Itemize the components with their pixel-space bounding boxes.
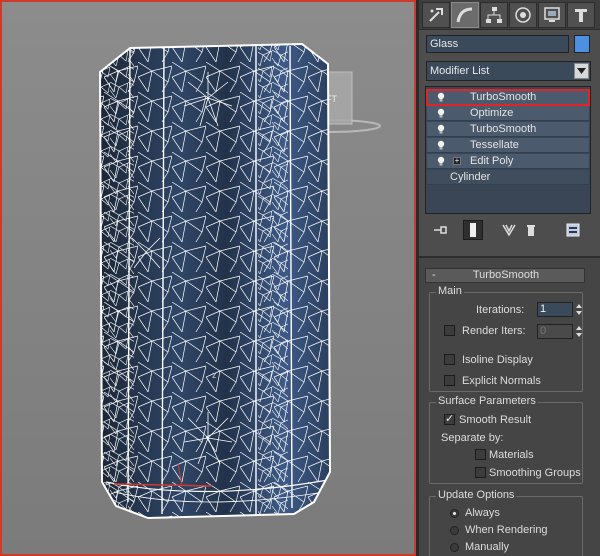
- lightbulb-icon[interactable]: [437, 156, 445, 166]
- update-group-label: Update Options: [436, 489, 517, 501]
- viewport-scene[interactable]: LEFT: [2, 2, 414, 554]
- chevron-down-icon[interactable]: [574, 63, 589, 79]
- configure-modifier-sets-icon[interactable]: [563, 220, 583, 240]
- turbosmooth-rollout: - TurboSmooth Main Iterations: 1 Render …: [419, 256, 600, 556]
- stack-item-label: Edit Poly: [470, 155, 514, 167]
- create-tab-icon[interactable]: [422, 1, 450, 28]
- show-end-result-icon[interactable]: [463, 220, 483, 240]
- object-name-field[interactable]: Glass: [426, 35, 569, 53]
- stack-item-turbosmooth-2[interactable]: TurboSmooth: [427, 122, 589, 137]
- main-group-label: Main: [436, 285, 464, 297]
- viewport[interactable]: LEFT: [0, 0, 416, 556]
- stack-item-cylinder[interactable]: Cylinder: [427, 170, 589, 185]
- spinner-arrows-icon[interactable]: [575, 324, 583, 339]
- surface-parameters-group: Surface Parameters Smooth Result Separat…: [429, 395, 583, 484]
- command-panel-tabs: [419, 0, 600, 30]
- render-iters-checkbox[interactable]: [444, 325, 455, 336]
- rollout-title: TurboSmooth: [472, 269, 540, 281]
- smooth-result-label: Smooth Result: [459, 414, 532, 426]
- smoothing-groups-label: Smoothing Groups: [489, 467, 581, 479]
- explicit-normals-checkbox[interactable]: [444, 375, 455, 386]
- lightbulb-icon[interactable]: [437, 108, 445, 118]
- spinner-arrows-icon[interactable]: [575, 302, 583, 317]
- rollout-header[interactable]: - TurboSmooth: [425, 268, 585, 283]
- separate-by-label: Separate by:: [441, 432, 504, 444]
- stack-item-label: Cylinder: [450, 171, 491, 183]
- stack-item-edit-poly[interactable]: + Edit Poly: [427, 154, 589, 169]
- modifier-list-label: Modifier List: [430, 65, 490, 77]
- when-rendering-label: When Rendering: [465, 524, 548, 536]
- render-iters-label: Render Iters:: [462, 325, 526, 337]
- stack-item-label: Tessellate: [470, 139, 519, 151]
- stack-item-optimize[interactable]: Optimize: [427, 106, 589, 121]
- lightbulb-icon[interactable]: [437, 124, 445, 134]
- isoline-display-label: Isoline Display: [462, 354, 533, 366]
- when-rendering-radio[interactable]: [450, 526, 459, 535]
- surface-group-label: Surface Parameters: [436, 395, 538, 407]
- always-label: Always: [465, 507, 500, 519]
- iterations-spinner[interactable]: 1: [537, 302, 573, 317]
- glass-mesh[interactable]: [98, 42, 338, 522]
- make-unique-icon[interactable]: [499, 220, 519, 240]
- smooth-result-checkbox[interactable]: [444, 412, 455, 425]
- utilities-tab-icon[interactable]: [567, 1, 595, 28]
- explicit-normals-label: Explicit Normals: [462, 375, 541, 387]
- stack-item-tessellate[interactable]: Tessellate: [427, 138, 589, 153]
- render-iters-spinner[interactable]: 0: [537, 324, 573, 339]
- lightbulb-icon[interactable]: [437, 140, 445, 150]
- axis-z-label: z: [212, 370, 217, 380]
- manually-radio[interactable]: [450, 543, 459, 552]
- display-tab-icon[interactable]: [538, 1, 566, 28]
- motion-tab-icon[interactable]: [509, 1, 537, 28]
- modifier-stack[interactable]: TurboSmooth Optimize TurboSmooth Tessell…: [425, 86, 591, 214]
- stack-toolbar: [425, 218, 591, 242]
- expand-icon[interactable]: +: [453, 157, 461, 165]
- stack-item-turbosmooth[interactable]: TurboSmooth: [426, 89, 590, 106]
- command-panel: Glass Modifier List TurboSmooth Optimize…: [419, 0, 600, 556]
- modify-tab-icon[interactable]: [451, 1, 479, 28]
- iterations-label: Iterations:: [476, 304, 525, 316]
- hierarchy-tab-icon[interactable]: [480, 1, 508, 28]
- materials-checkbox[interactable]: [475, 449, 486, 460]
- stack-item-label: TurboSmooth: [470, 123, 537, 135]
- isoline-display-checkbox[interactable]: [444, 354, 455, 365]
- manually-label: Manually: [465, 541, 510, 553]
- always-radio[interactable]: [450, 509, 459, 518]
- main-group: Main Iterations: 1 Render Iters: 0 Isoli…: [429, 285, 583, 392]
- pin-stack-icon[interactable]: [431, 220, 451, 240]
- object-color-swatch[interactable]: [574, 35, 590, 53]
- update-options-group: Update Options Always When Rendering Man…: [429, 489, 583, 556]
- materials-label: Materials: [489, 449, 534, 461]
- stack-item-label: Optimize: [470, 107, 514, 119]
- lightbulb-icon[interactable]: [437, 92, 445, 102]
- smoothing-groups-checkbox[interactable]: [475, 467, 486, 478]
- modifier-list-dropdown[interactable]: Modifier List: [426, 61, 591, 81]
- stack-item-label: TurboSmooth: [470, 91, 537, 103]
- remove-modifier-icon[interactable]: [521, 220, 541, 240]
